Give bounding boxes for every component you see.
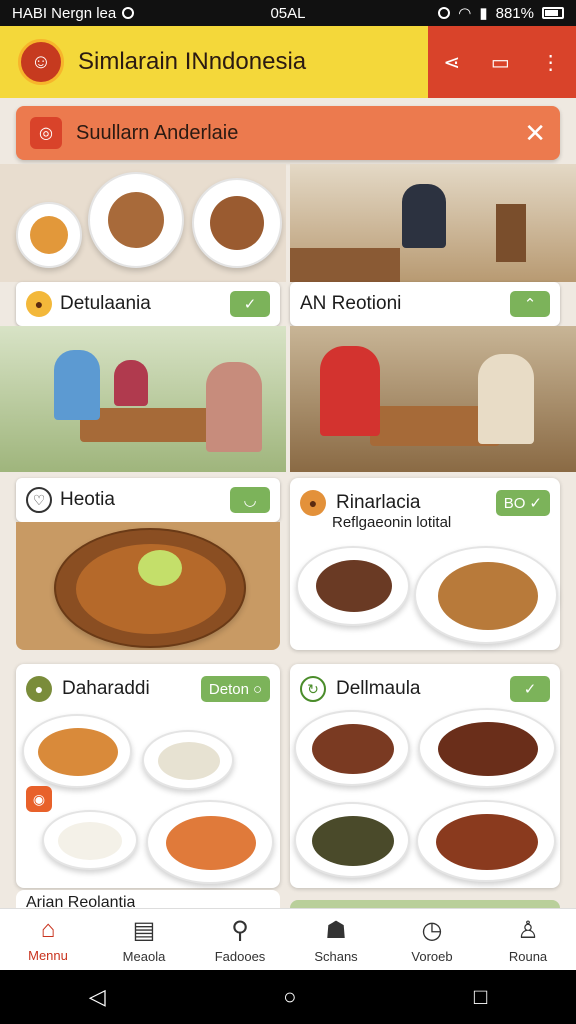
diners-photo-left[interactable] [0, 326, 286, 472]
nav-item-rouna[interactable]: ♙ Rouna [480, 909, 576, 970]
nav-label: Rouna [508, 948, 548, 964]
nav-item-menu[interactable]: ⌂ Mennu [0, 909, 96, 970]
promo-banner[interactable]: ◎ Suullarn Anderlaie ✕ [16, 106, 560, 160]
wifi-icon: ◠ [458, 5, 472, 22]
app-title: Simlarain INndonesia [78, 48, 307, 75]
home-icon: ⌂ [40, 916, 56, 943]
nav-label: Mennu [28, 948, 68, 963]
expand-button[interactable]: ⌃ [510, 291, 550, 317]
diners-photo-right[interactable] [290, 326, 576, 472]
app-bar: ☺ Simlarain INndonesia ⋖ ▭ ⋮ [0, 26, 576, 98]
category-icon: ● [26, 676, 52, 702]
refresh-icon: ↻ [300, 676, 326, 702]
nav-label: Fadooes [214, 948, 266, 964]
bookmark-icon[interactable]: ▭ [491, 50, 510, 75]
nav-item-meaola[interactable]: ▤ Meaola [96, 909, 192, 970]
check-button[interactable]: ✓ [510, 676, 550, 702]
toggle-button[interactable]: ◡ [230, 487, 270, 513]
menu-card-partial-right[interactable] [290, 900, 560, 908]
nav-item-schans[interactable]: ☗ Schans [288, 909, 384, 970]
special-offer-icon[interactable]: ◉ [26, 786, 52, 812]
home-circle-icon[interactable]: ○ [283, 984, 296, 1010]
card-subtitle: Reflgaeonin lotital [332, 514, 452, 531]
tile-name: Heotia [60, 489, 115, 510]
card-name: Arian Reolantia [26, 894, 136, 908]
circle-icon: ○ [252, 680, 262, 698]
check-button[interactable]: ✓ [230, 291, 270, 317]
category-icon: ● [26, 291, 52, 317]
bottom-navigation: ⌂ Mennu ▤ Meaola ⚲ Fadooes ☗ Schans ◷ Vo… [0, 908, 576, 970]
heart-icon: ♡ [26, 487, 52, 513]
nav-label: Schans [314, 948, 358, 964]
status-left-text: HABI Nergn lea [12, 4, 117, 22]
nav-label: Meaola [122, 948, 166, 964]
menu-card-daharaddi[interactable]: ● Daharaddi Deton ○ ◉ [16, 664, 280, 888]
system-navigation: ◁ ○ □ [0, 970, 576, 1024]
more-options-icon[interactable]: ⋮ [541, 50, 561, 75]
badge-text: Deton [208, 680, 249, 698]
status-bar: HABI Nergn lea 05AL ◠ ▮ 881% [0, 0, 576, 26]
menu-card-rinarlacia[interactable]: ● Rinarlacia BO ✓ Reflgaeonin lotital [290, 478, 560, 650]
menu-card-partial[interactable]: Arian Reolantia [16, 890, 280, 908]
nav-item-voroeb[interactable]: ◷ Voroeb [384, 909, 480, 970]
chef-icon: ☗ [325, 916, 347, 944]
alarm-icon [438, 7, 451, 19]
recents-icon[interactable]: □ [474, 984, 487, 1010]
card-name: Daharaddi [62, 678, 150, 699]
tray-icon: ▤ [132, 916, 156, 944]
signal-icon: ▮ [479, 5, 488, 22]
fried-chicken-photo[interactable] [16, 522, 280, 650]
category-icon: ● [300, 490, 326, 516]
user-icon: ⚲ [231, 916, 249, 944]
clock-icon: ◷ [421, 916, 443, 944]
back-icon[interactable]: ◁ [89, 984, 106, 1010]
banner-icon: ◎ [30, 117, 62, 149]
restaurant-interior-photo[interactable] [290, 164, 576, 282]
battery-percent: 881% [495, 4, 534, 22]
banner-text: Suullarn Anderlaie [76, 121, 239, 144]
close-icon[interactable]: ✕ [524, 118, 546, 149]
tile-name: Detulaania [60, 293, 151, 314]
tile-label-an-reotioni[interactable]: AN Reotioni ⌃ [290, 282, 560, 326]
card-badge[interactable]: Deton ○ [200, 676, 270, 702]
tile-name: AN Reotioni [300, 293, 402, 314]
share-icon[interactable]: ⋖ [443, 50, 460, 75]
card-name: Rinarlacia [336, 492, 421, 513]
nav-label: Voroeb [411, 948, 453, 964]
profile-icon: ♙ [517, 916, 539, 944]
menu-card-dellmaula[interactable]: ↻ Dellmaula ✓ [290, 664, 560, 888]
card-name: Dellmaula [336, 678, 421, 699]
tile-label-detulaania[interactable]: ● Detulaania ✓ [16, 282, 280, 326]
badge-text: BO [503, 494, 526, 512]
food-spread-photo[interactable] [0, 164, 286, 282]
app-logo[interactable]: ☺ [18, 39, 64, 85]
check-icon: ✓ [529, 495, 542, 512]
battery-icon [542, 7, 564, 19]
notification-icon [122, 7, 135, 19]
tile-label-heotia[interactable]: ♡ Heotia ◡ [16, 478, 280, 522]
card-badge[interactable]: BO ✓ [495, 490, 550, 516]
nav-item-fadooes[interactable]: ⚲ Fadooes [192, 909, 288, 970]
